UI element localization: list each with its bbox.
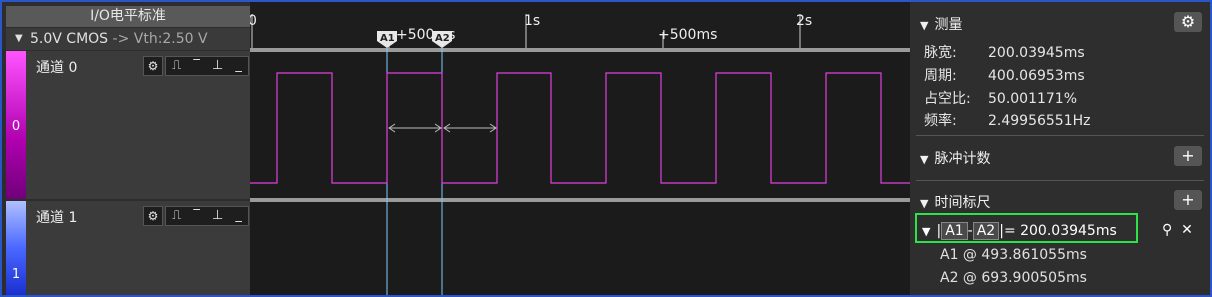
collapse-triangle-icon[interactable]: ▼ — [922, 225, 930, 238]
section-divider — [916, 180, 1204, 181]
measurement-label: 占空比: — [924, 91, 971, 107]
tick-label-2s: 2s — [796, 13, 812, 29]
waveform-canvas[interactable]: 0 +500ms 1s +500ms 2s A1 A2 — [250, 2, 910, 295]
time-ruler-header[interactable]: ▼ 时间标尺 — [920, 192, 990, 212]
measurement-value: 2.49956551Hz — [988, 113, 1091, 129]
ruler-separator-text: - — [967, 223, 973, 239]
channel-panel: I/O电平标准 ▼ 5.0V CMOS -> Vth:2.50 V 0 通道 0… — [2, 2, 250, 295]
measurement-label: 频率: — [924, 113, 957, 129]
rising-edge-icon[interactable]: ⎍ — [172, 207, 181, 225]
measurements-header[interactable]: ▼ 测量 — [920, 14, 962, 34]
collapse-triangle-icon[interactable]: ▼ — [920, 153, 928, 166]
io-standard-header: I/O电平标准 — [6, 6, 250, 27]
close-icon[interactable]: ✕ — [1181, 222, 1193, 238]
gear-icon[interactable]: ⚙ — [1174, 12, 1202, 32]
channel-tools: ⚙ ⎍ ‾ ⊥ _ — [143, 206, 249, 226]
measurement-value: 400.06953ms — [988, 68, 1085, 84]
tick-label-1s: 1s — [524, 13, 540, 29]
high-level-icon[interactable]: ‾ — [193, 57, 200, 75]
tick-label-1500ms: +500ms — [658, 27, 717, 43]
section-divider — [916, 135, 1204, 136]
measurement-duty-cycle: 占空比: 50.001171% — [924, 88, 1077, 108]
marker-a2-label: A2 — [435, 33, 450, 44]
pulse-count-header[interactable]: ▼ 脉冲计数 — [920, 148, 990, 168]
ruler-entry[interactable]: ▼ | A1- A2 |= 200.03945ms — [922, 222, 1117, 240]
measurements-title: 测量 — [934, 17, 963, 33]
low-level-icon[interactable]: _ — [235, 57, 242, 75]
gear-icon[interactable]: ⚙ — [143, 206, 163, 226]
channel-tools: ⚙ ⎍ ‾ ⊥ _ — [143, 56, 249, 76]
channel-name[interactable]: 通道 0 — [36, 57, 77, 77]
measurement-label: 周期: — [924, 68, 957, 84]
ruler-separator — [250, 48, 910, 52]
ruler-a1-tag: A1 — [941, 222, 968, 240]
falling-edge-icon[interactable]: ⊥ — [212, 207, 223, 225]
channel-name[interactable]: 通道 1 — [36, 207, 77, 227]
time-ruler-title: 时间标尺 — [934, 195, 991, 211]
channel-row-0[interactable]: 0 通道 0 ⚙ ⎍ ‾ ⊥ _ — [6, 51, 250, 199]
ruler-a2-tag: A2 — [972, 222, 1000, 240]
pin-icon[interactable]: ⚲ — [1162, 222, 1172, 238]
channel-separator — [250, 198, 910, 202]
trigger-selector[interactable]: ⎍ ‾ ⊥ _ — [165, 56, 249, 76]
ruler-a1-position: A1 @ 493.861055ms — [940, 247, 1087, 263]
channel-row-1[interactable]: 1 通道 1 ⚙ ⎍ ‾ ⊥ _ — [6, 201, 250, 295]
measurement-label: 脉宽: — [924, 45, 957, 61]
io-voltage: 5.0V CMOS — [30, 31, 109, 47]
low-level-icon[interactable]: _ — [235, 207, 242, 225]
waveform-area[interactable]: 0 +500ms 1s +500ms 2s A1 A2 — [250, 2, 910, 295]
add-pulse-count-button[interactable]: + — [1174, 146, 1202, 166]
channel-0-waveform — [250, 72, 910, 184]
measurement-frequency: 频率: 2.49956551Hz — [924, 110, 1091, 130]
io-standard-selector[interactable]: ▼ 5.0V CMOS -> Vth:2.50 V — [6, 28, 250, 50]
measurement-period: 周期: 400.06953ms — [924, 65, 1085, 85]
pulse-count-title: 脉冲计数 — [934, 151, 991, 167]
trigger-selector[interactable]: ⎍ ‾ ⊥ _ — [165, 206, 249, 226]
collapse-triangle-icon[interactable]: ▼ — [920, 19, 928, 32]
tick-label-0: 0 — [250, 13, 257, 29]
falling-edge-icon[interactable]: ⊥ — [212, 57, 223, 75]
dropdown-triangle-icon: ▼ — [15, 33, 23, 44]
ruler-result: = 200.03945ms — [1003, 223, 1117, 239]
ruler-a2-position: A2 @ 693.900505ms — [940, 270, 1087, 286]
measurement-value: 50.001171% — [988, 91, 1078, 107]
measurement-value: 200.03945ms — [988, 45, 1085, 61]
ruler-actions: ⚲ ✕ — [1162, 222, 1193, 238]
rising-edge-icon[interactable]: ⎍ — [172, 57, 181, 75]
gear-icon[interactable]: ⚙ — [143, 56, 163, 76]
measurement-pulse-width: 脉宽: 200.03945ms — [924, 42, 1085, 62]
logic-analyzer-window: I/O电平标准 ▼ 5.0V CMOS -> Vth:2.50 V 0 通道 0… — [0, 0, 1212, 297]
channel-index: 0 — [11, 119, 21, 134]
high-level-icon[interactable]: ‾ — [193, 207, 200, 225]
channel-index: 1 — [11, 267, 21, 282]
io-threshold: -> Vth:2.50 V — [112, 31, 208, 47]
collapse-triangle-icon[interactable]: ▼ — [920, 197, 928, 210]
marker-a1-label: A1 — [380, 33, 395, 44]
analysis-panel: ▼ 测量 ⚙ 脉宽: 200.03945ms 周期: 400.06953ms 占空比:… — [910, 2, 1210, 295]
add-time-ruler-button[interactable]: + — [1174, 190, 1202, 210]
